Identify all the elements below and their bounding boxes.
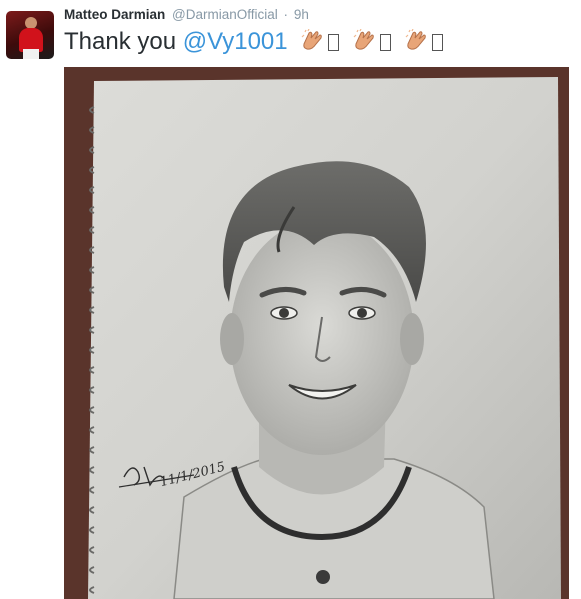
- author-name[interactable]: Matteo Darmian: [64, 7, 165, 22]
- missing-glyph-icon: [328, 34, 340, 51]
- author-avatar[interactable]: [6, 11, 54, 59]
- missing-glyph-icon: [431, 34, 443, 51]
- tweet: Matteo Darmian @DarmianOfficial · 9h Tha…: [0, 0, 581, 599]
- tweet-header: Matteo Darmian @DarmianOfficial · 9h: [64, 6, 309, 24]
- clapping-hands-icon: [404, 29, 430, 53]
- tweet-text-prefix: Thank you: [64, 28, 177, 55]
- tweet-photo[interactable]: 11/1/2015: [64, 67, 569, 599]
- clapping-hands-icon: [352, 29, 378, 53]
- tweet-timestamp[interactable]: 9h: [294, 7, 309, 22]
- author-handle[interactable]: @DarmianOfficial: [172, 7, 278, 22]
- tweet-text: Thank you @Vy1001: [64, 27, 443, 57]
- mention-link[interactable]: @Vy1001: [183, 28, 288, 55]
- signature-date: 11/1/2015: [158, 460, 226, 487]
- missing-glyph-icon: [379, 34, 391, 51]
- avatar-shorts: [23, 49, 39, 59]
- pencil-portrait-drawing: [64, 67, 569, 599]
- signature-date-overlay: 11/1/2015: [158, 460, 226, 487]
- header-separator: ·: [283, 7, 289, 22]
- clapping-hands-icon: [300, 29, 326, 53]
